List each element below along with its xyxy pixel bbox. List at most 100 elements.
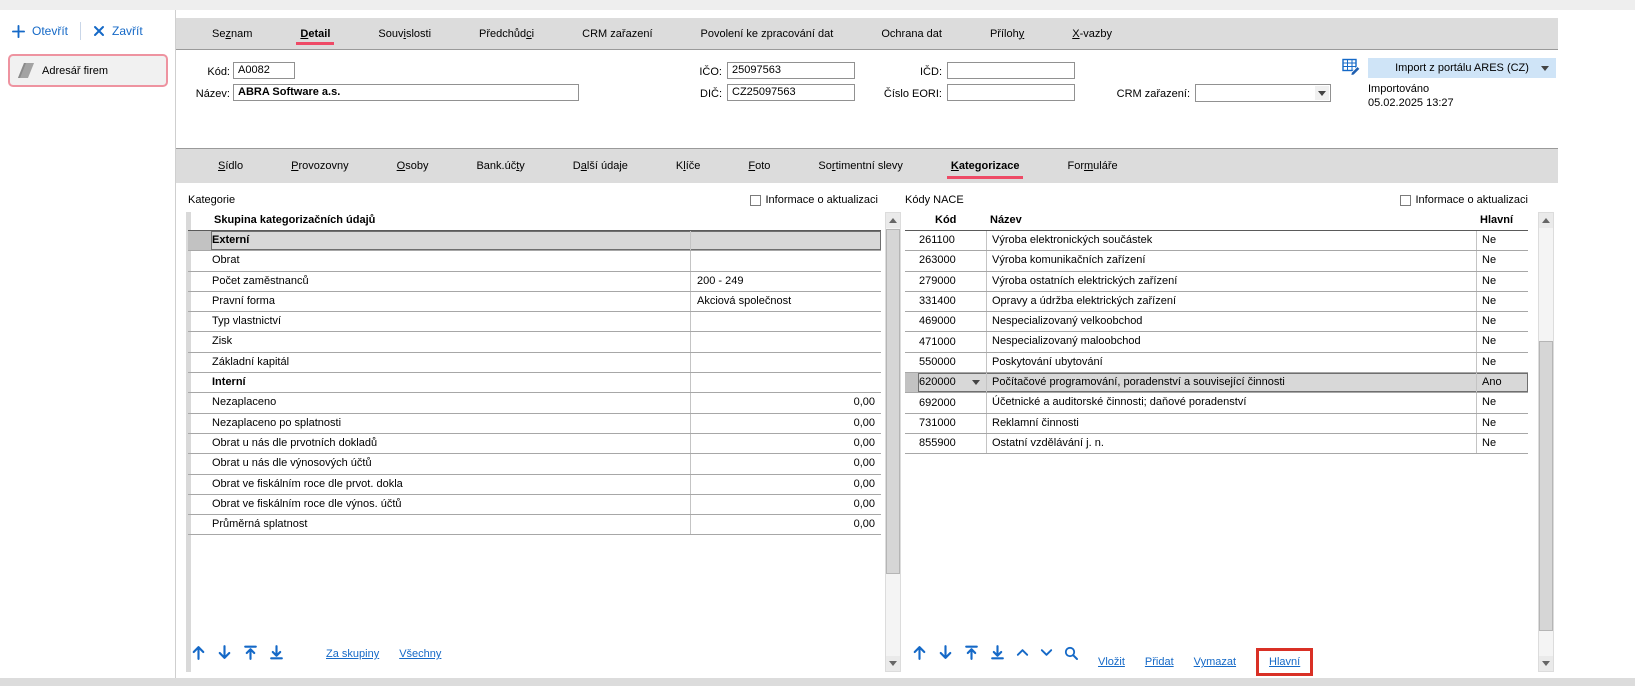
tab-povoleni-ke-zpracovani-dat[interactable]: Povolení ke zpracování dat (677, 18, 858, 49)
move-top-button[interactable] (963, 644, 980, 661)
search-icon[interactable] (1063, 645, 1079, 661)
eori-field[interactable] (947, 84, 1075, 101)
category-row[interactable]: Obrat u nás dle výnosových účtů0,00 (188, 454, 881, 474)
open-button-label: Otevřít (32, 24, 68, 38)
nace-main-flag: Ne (1476, 312, 1528, 331)
link-vymazat[interactable]: Vymazat (1194, 656, 1236, 668)
link-za-skupiny[interactable]: Za skupiny (326, 648, 379, 660)
tab-detail[interactable]: Detail (276, 18, 354, 49)
chevron-down-icon[interactable] (1039, 645, 1054, 660)
tab-seznam[interactable]: Seznam (188, 18, 276, 49)
tab-dalsi-udaje[interactable]: Další údaje (549, 149, 652, 183)
nace-row[interactable]: 731000Reklamní činnostiNe (905, 414, 1528, 434)
chevron-down-icon[interactable] (1315, 86, 1329, 100)
move-bottom-button[interactable] (268, 644, 285, 661)
nace-row[interactable]: 279000Výroba ostatních elektrických zaří… (905, 272, 1528, 292)
tab-sidlo[interactable]: Sídlo (194, 149, 267, 183)
nace-row[interactable]: 261100Výroba elektronických součástekNe (905, 231, 1528, 251)
nace-row[interactable]: 550000Poskytování ubytováníNe (905, 353, 1528, 373)
scroll-up-icon[interactable] (1539, 213, 1553, 228)
category-row[interactable]: Obrat (188, 251, 881, 271)
category-row[interactable]: Nezaplaceno po splatnosti0,00 (188, 414, 881, 434)
category-row[interactable]: Interní (188, 373, 881, 393)
scroll-up-icon[interactable] (886, 213, 900, 228)
link-vlozit[interactable]: Vložit (1098, 656, 1125, 668)
nace-code: 261100 (919, 231, 986, 250)
scroll-down-icon[interactable] (886, 656, 900, 671)
agenda-tab-adresar-firem[interactable]: Adresář firem (8, 54, 168, 87)
tab-x-vazby[interactable]: X-vazby (1048, 18, 1136, 49)
link-hlavni[interactable]: Hlavní (1269, 656, 1300, 668)
right-table-scrollbar[interactable] (1538, 212, 1554, 672)
left-table-scrollbar[interactable] (885, 212, 901, 672)
category-row[interactable]: Obrat ve fiskálním roce dle výnos. účtů0… (188, 495, 881, 515)
tab-formulare[interactable]: Formuláře (1043, 149, 1141, 183)
tab-sortimentni-slevy[interactable]: Sortimentní slevy (794, 149, 926, 183)
tab-ochrana-dat[interactable]: Ochrana dat (857, 18, 966, 49)
nace-row[interactable]: 331400Opravy a údržba elektrických zaříz… (905, 292, 1528, 312)
category-row[interactable]: Nezaplaceno0,00 (188, 393, 881, 413)
category-row[interactable]: Zisk (188, 332, 881, 352)
nace-row[interactable]: 692000Účetnické a auditorské činnosti; d… (905, 393, 1528, 413)
close-button[interactable]: Zavřít (93, 24, 143, 38)
category-row[interactable]: Průměrná splatnost0,00 (188, 515, 881, 535)
move-down-button[interactable] (216, 644, 233, 661)
nace-code: 263000 (919, 251, 986, 270)
nace-row[interactable]: 855900Ostatní vzdělávání j. n.Ne (905, 434, 1528, 454)
crm-select[interactable] (1195, 84, 1331, 102)
move-up-button[interactable] (190, 644, 207, 661)
row-selector (188, 312, 212, 331)
move-down-button[interactable] (937, 644, 954, 661)
tab-provozovny[interactable]: Provozovny (267, 149, 373, 183)
category-row[interactable]: Základní kapitál (188, 353, 881, 373)
category-row[interactable]: Obrat ve fiskálním roce dle prvot. dokla… (188, 475, 881, 495)
nazev-field[interactable]: ABRA Software a.s. (233, 84, 579, 101)
tab-predchudci[interactable]: Předchůdci (455, 18, 558, 49)
link-pridat[interactable]: Přidat (1145, 656, 1174, 668)
row-selector (188, 495, 212, 514)
open-button[interactable]: Otevřít (12, 24, 68, 38)
tab-crm-zarazeni[interactable]: CRM zařazení (558, 18, 676, 49)
nace-main-flag: Ne (1476, 414, 1528, 433)
nace-name: Poskytování ubytování (986, 353, 1476, 372)
table-edit-icon[interactable] (1342, 58, 1361, 75)
category-row[interactable]: Obrat u nás dle prvotních dokladů0,00 (188, 434, 881, 454)
move-top-button[interactable] (242, 644, 259, 661)
kategorie-title: Kategorie (188, 194, 235, 206)
chevron-down-icon[interactable] (972, 380, 980, 385)
right-update-checkbox[interactable] (1400, 195, 1411, 206)
category-row[interactable]: Typ vlastnictví (188, 312, 881, 332)
tab-osoby[interactable]: Osoby (373, 149, 453, 183)
scrollbar-thumb[interactable] (886, 229, 900, 574)
ico-field[interactable]: 25097563 (727, 62, 855, 79)
nace-name: Nespecializovaný velkoobchod (986, 312, 1476, 331)
kod-field[interactable]: A0082 (233, 62, 295, 79)
category-value: 0,00 (690, 434, 881, 453)
nace-row[interactable]: 471000Nespecializovaný maloobchodNe (905, 332, 1528, 352)
icd-field[interactable] (947, 62, 1075, 79)
kategorie-table: ExterníObratPočet zaměstnanců200 - 249Pr… (188, 231, 881, 535)
tab-foto[interactable]: Foto (724, 149, 794, 183)
category-row[interactable]: Externí (188, 231, 881, 251)
nace-row[interactable]: 620000Počítačové programování, poradenst… (905, 373, 1528, 393)
dic-field[interactable]: CZ25097563 (727, 84, 855, 101)
category-row[interactable]: Počet zaměstnanců200 - 249 (188, 272, 881, 292)
nace-row[interactable]: 263000Výroba komunikačních zařízeníNe (905, 251, 1528, 271)
tab-bank-ucty[interactable]: Bank.účty (452, 149, 548, 183)
move-bottom-button[interactable] (989, 644, 1006, 661)
tab-souvislosti[interactable]: Souvislosti (354, 18, 455, 49)
scrollbar-thumb[interactable] (1539, 341, 1553, 631)
link-vsechny[interactable]: Všechny (399, 648, 441, 660)
nace-row[interactable]: 469000Nespecializovaný velkoobchodNe (905, 312, 1528, 332)
scroll-down-icon[interactable] (1539, 656, 1553, 671)
category-row[interactable]: Pravní formaAkciová společnost (188, 292, 881, 312)
annotation-box: Hlavní (1256, 648, 1313, 676)
import-ares-button[interactable]: Import z portálu ARES (CZ) (1368, 58, 1556, 78)
left-update-checkbox[interactable] (750, 195, 761, 206)
tab-prilohy[interactable]: Přílohy (966, 18, 1048, 49)
tab-kategorizace[interactable]: Kategorizace (927, 149, 1044, 183)
tab-klice[interactable]: Klíče (652, 149, 724, 183)
import-ares-label: Import z portálu ARES (CZ) (1395, 62, 1529, 74)
move-up-button[interactable] (911, 644, 928, 661)
chevron-up-icon[interactable] (1015, 645, 1030, 660)
